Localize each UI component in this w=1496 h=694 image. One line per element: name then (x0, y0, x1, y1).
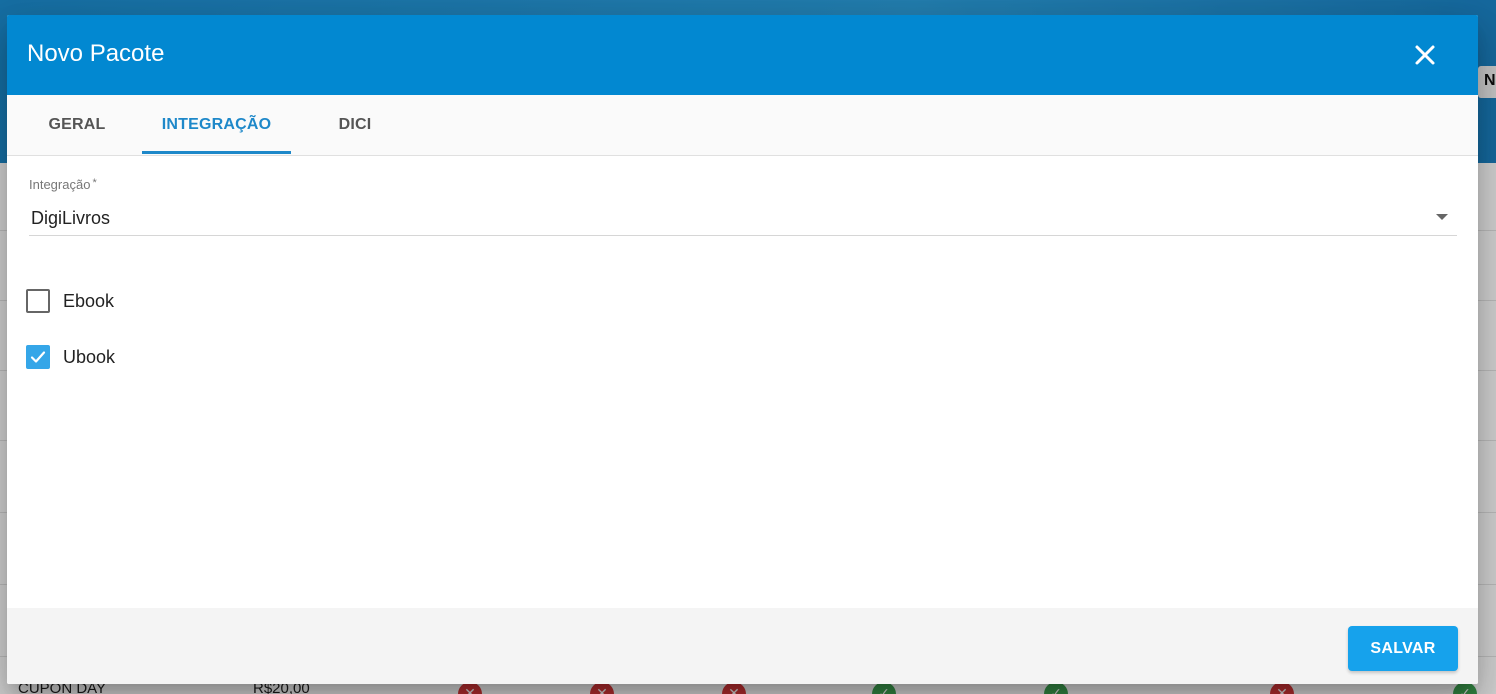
dialog-title: Novo Pacote (27, 40, 165, 67)
integration-label: Integração * (29, 177, 97, 192)
checkbox-label: Ubook (63, 346, 116, 367)
tab-bar: GERAL INTEGRAÇÃO DICI (7, 95, 1478, 156)
checkbox-unchecked-icon[interactable] (26, 289, 50, 313)
close-button[interactable] (1407, 37, 1443, 73)
dialog-footer: SALVAR (7, 608, 1478, 684)
close-icon (1415, 45, 1435, 65)
dropdown-arrow-icon (1436, 214, 1448, 220)
active-tab-indicator (142, 151, 291, 154)
required-mark: * (92, 177, 97, 189)
checkbox-label: Ebook (63, 290, 115, 311)
dialog-header: Novo Pacote (7, 15, 1478, 95)
new-package-dialog: Novo Pacote GERAL INTEGRAÇÃO DICI Integr… (7, 15, 1478, 684)
save-button[interactable]: SALVAR (1348, 626, 1458, 671)
integration-select-value: DigiLivros (31, 208, 111, 228)
tab-dici[interactable]: DICI (319, 95, 391, 154)
checkbox-ebook[interactable]: Ebook (26, 288, 114, 314)
tab-geral[interactable]: GERAL (33, 95, 121, 154)
checkbox-checked-icon[interactable] (26, 345, 50, 369)
integration-select[interactable]: DigiLivros (29, 203, 1457, 236)
checkbox-ubook[interactable]: Ubook (26, 344, 115, 370)
tab-integracao[interactable]: INTEGRAÇÃO (142, 95, 291, 154)
checkmark-icon (30, 351, 46, 363)
